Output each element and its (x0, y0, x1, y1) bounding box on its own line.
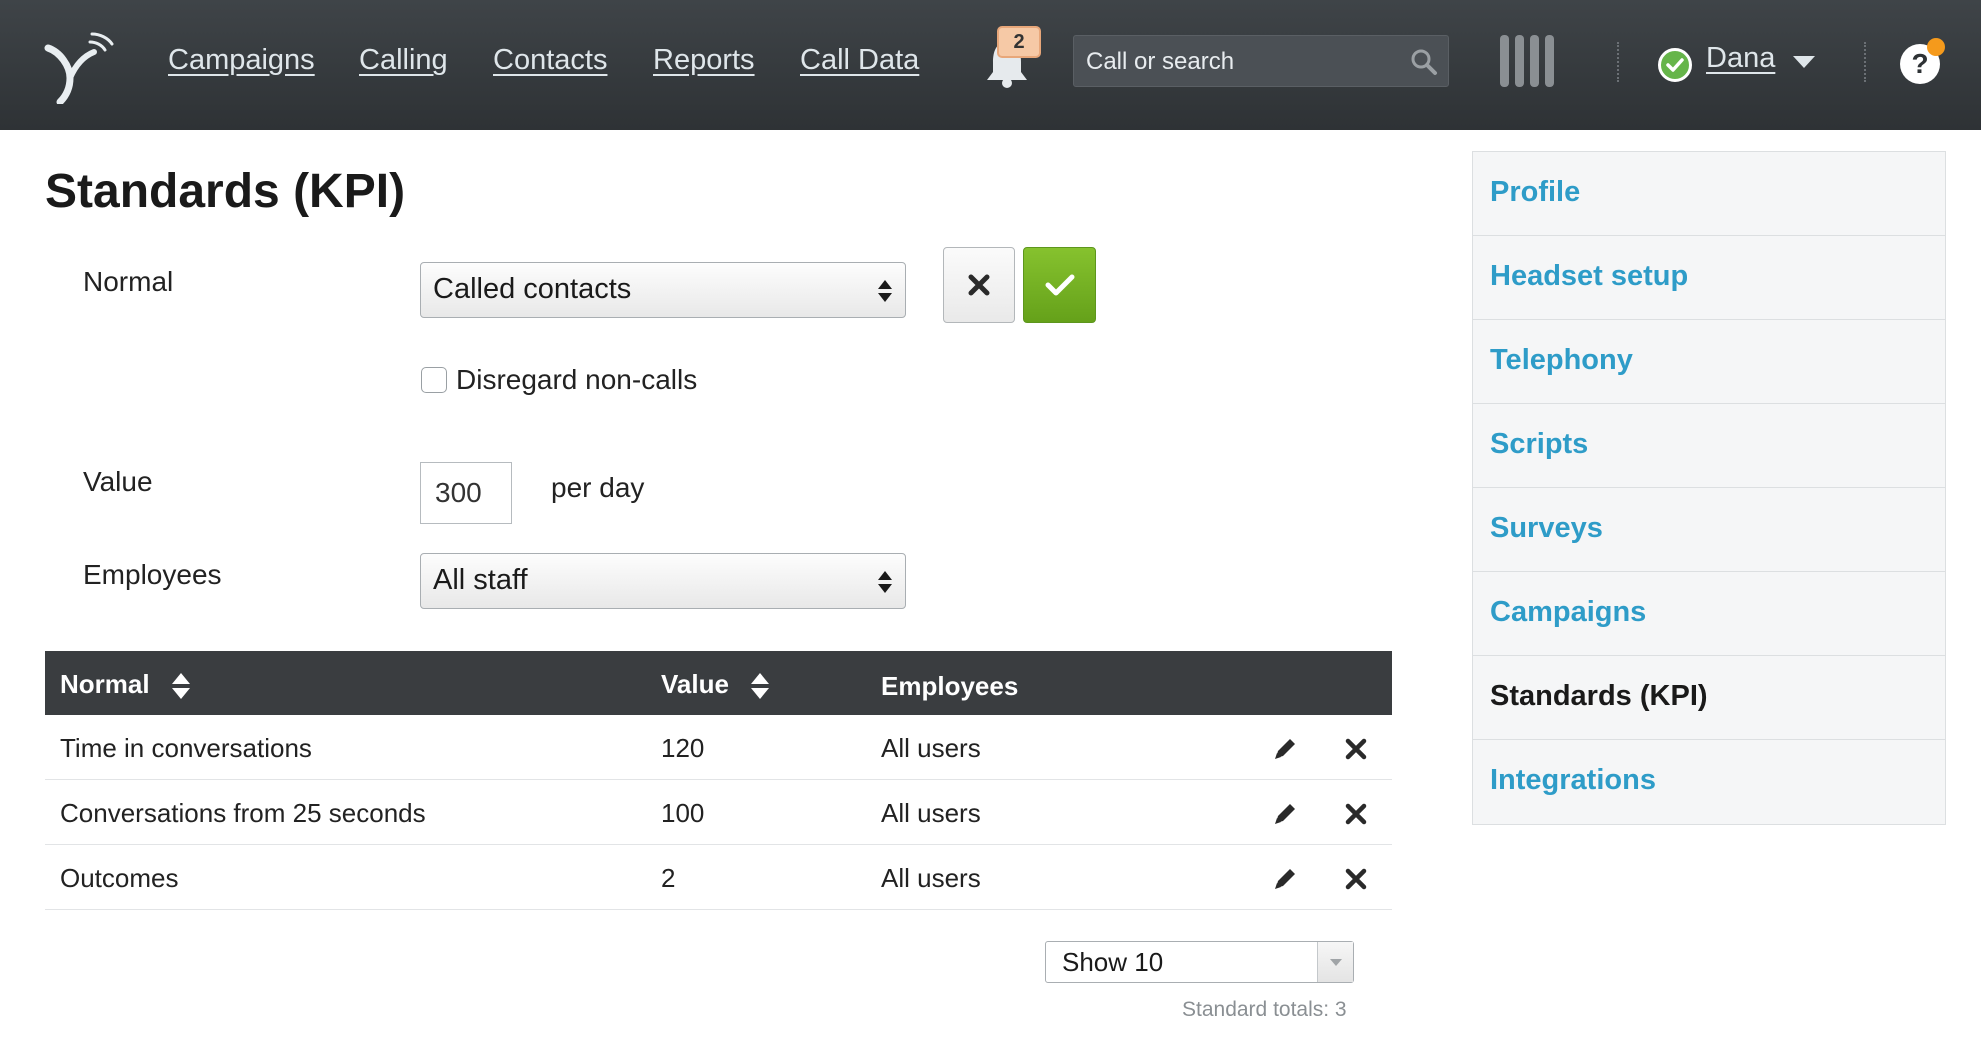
column-header-value[interactable]: Value (661, 669, 770, 700)
column-header-employees: Employees (881, 671, 1019, 701)
sidebar-item-surveys[interactable]: Surveys (1473, 488, 1945, 572)
sidebar-item-label[interactable]: Surveys (1490, 512, 1603, 545)
sort-icon[interactable] (750, 672, 770, 700)
disregard-label[interactable]: Disregard non-calls (456, 364, 697, 396)
search-input[interactable] (1086, 46, 1386, 78)
divider (1864, 42, 1866, 82)
sidebar-item-label[interactable]: Scripts (1490, 428, 1588, 461)
close-icon (968, 274, 990, 296)
search-box[interactable] (1073, 35, 1449, 87)
sidebar-item-label[interactable]: Headset setup (1490, 260, 1688, 293)
table-row: Conversations from 25 seconds 100 All us… (45, 780, 1392, 845)
sidebar-item-scripts[interactable]: Scripts (1473, 404, 1945, 488)
close-icon[interactable] (1342, 865, 1370, 893)
select-arrows-icon (878, 571, 892, 593)
cell-employees: All users (881, 798, 981, 828)
value-input[interactable] (420, 462, 512, 524)
employees-select-value: All staff (433, 564, 528, 596)
table-row: Outcomes 2 All users (45, 845, 1392, 910)
normal-select-value: Called contacts (433, 273, 632, 305)
sidebar-item-standards-kpi: Standards (KPI) (1473, 656, 1945, 740)
confirm-button[interactable] (1023, 247, 1096, 323)
nav-campaigns[interactable]: Campaigns (168, 44, 315, 77)
pencil-icon[interactable] (1271, 865, 1299, 893)
chevron-down-icon[interactable] (1317, 942, 1353, 982)
value-label: Value (83, 466, 153, 497)
standard-totals: Standard totals: 3 (1182, 998, 1347, 1021)
settings-sidebar: Profile Headset setup Telephony Scripts … (1472, 151, 1946, 825)
cell-employees: All users (881, 733, 981, 763)
phone-lines-icon[interactable] (1500, 35, 1556, 87)
normal-select[interactable]: Called contacts (420, 262, 906, 318)
sidebar-item-telephony[interactable]: Telephony (1473, 320, 1945, 404)
select-arrows-icon (878, 280, 892, 302)
divider (1617, 42, 1619, 82)
page-size-select[interactable]: Show 10 (1045, 941, 1354, 983)
sidebar-item-headset-setup[interactable]: Headset setup (1473, 236, 1945, 320)
logo-icon[interactable] (40, 26, 118, 106)
sidebar-item-label[interactable]: Profile (1490, 176, 1580, 209)
sidebar-item-campaigns[interactable]: Campaigns (1473, 572, 1945, 656)
cell-normal: Outcomes (60, 863, 179, 893)
column-header-normal-label: Normal (60, 669, 150, 699)
nav-contacts[interactable]: Contacts (493, 44, 607, 77)
sidebar-item-label: Standards (KPI) (1490, 680, 1708, 712)
cell-value: 100 (661, 798, 705, 828)
cell-value: 2 (661, 863, 676, 893)
table-row: Time in conversations 120 All users (45, 715, 1392, 780)
cell-value: 120 (661, 733, 705, 763)
notification-badge[interactable]: 2 (997, 26, 1041, 58)
nav-reports[interactable]: Reports (653, 44, 755, 77)
pencil-icon[interactable] (1271, 800, 1299, 828)
caret-down-icon[interactable] (1793, 56, 1815, 68)
sidebar-item-label[interactable]: Telephony (1490, 344, 1633, 377)
page-title: Standards (KPI) (45, 165, 406, 218)
nav-call-data[interactable]: Call Data (800, 44, 919, 77)
sort-icon[interactable] (171, 672, 191, 700)
pencil-icon[interactable] (1271, 735, 1299, 763)
top-bar: Campaigns Calling Contacts Reports Call … (0, 0, 1981, 130)
check-icon (1045, 274, 1074, 296)
user-menu-name[interactable]: Dana (1706, 42, 1775, 75)
search-icon[interactable] (1410, 48, 1438, 76)
column-header-value-label: Value (661, 669, 729, 699)
cell-normal: Time in conversations (60, 733, 312, 763)
employees-select[interactable]: All staff (420, 553, 906, 609)
cancel-button[interactable] (943, 247, 1015, 323)
sidebar-item-label[interactable]: Integrations (1490, 764, 1656, 797)
close-icon[interactable] (1342, 800, 1370, 828)
employees-label: Employees (83, 559, 222, 590)
help-notification-dot (1927, 38, 1945, 56)
sidebar-item-label[interactable]: Campaigns (1490, 596, 1646, 629)
standards-table: Normal Value Employees Time in conversat… (45, 651, 1392, 910)
page-size-value: Show 10 (1062, 947, 1164, 977)
nav-calling[interactable]: Calling (359, 44, 448, 77)
sidebar-item-profile[interactable]: Profile (1473, 152, 1945, 236)
cell-employees: All users (881, 863, 981, 893)
value-unit: per day (551, 472, 645, 503)
status-ok-icon (1658, 48, 1692, 82)
normal-label: Normal (83, 266, 174, 297)
disregard-checkbox[interactable] (421, 367, 447, 393)
sidebar-item-integrations[interactable]: Integrations (1473, 740, 1945, 824)
close-icon[interactable] (1342, 735, 1370, 763)
cell-normal: Conversations from 25 seconds (60, 798, 426, 828)
column-header-normal[interactable]: Normal (60, 669, 191, 700)
table-header: Normal Value Employees (45, 651, 1392, 715)
